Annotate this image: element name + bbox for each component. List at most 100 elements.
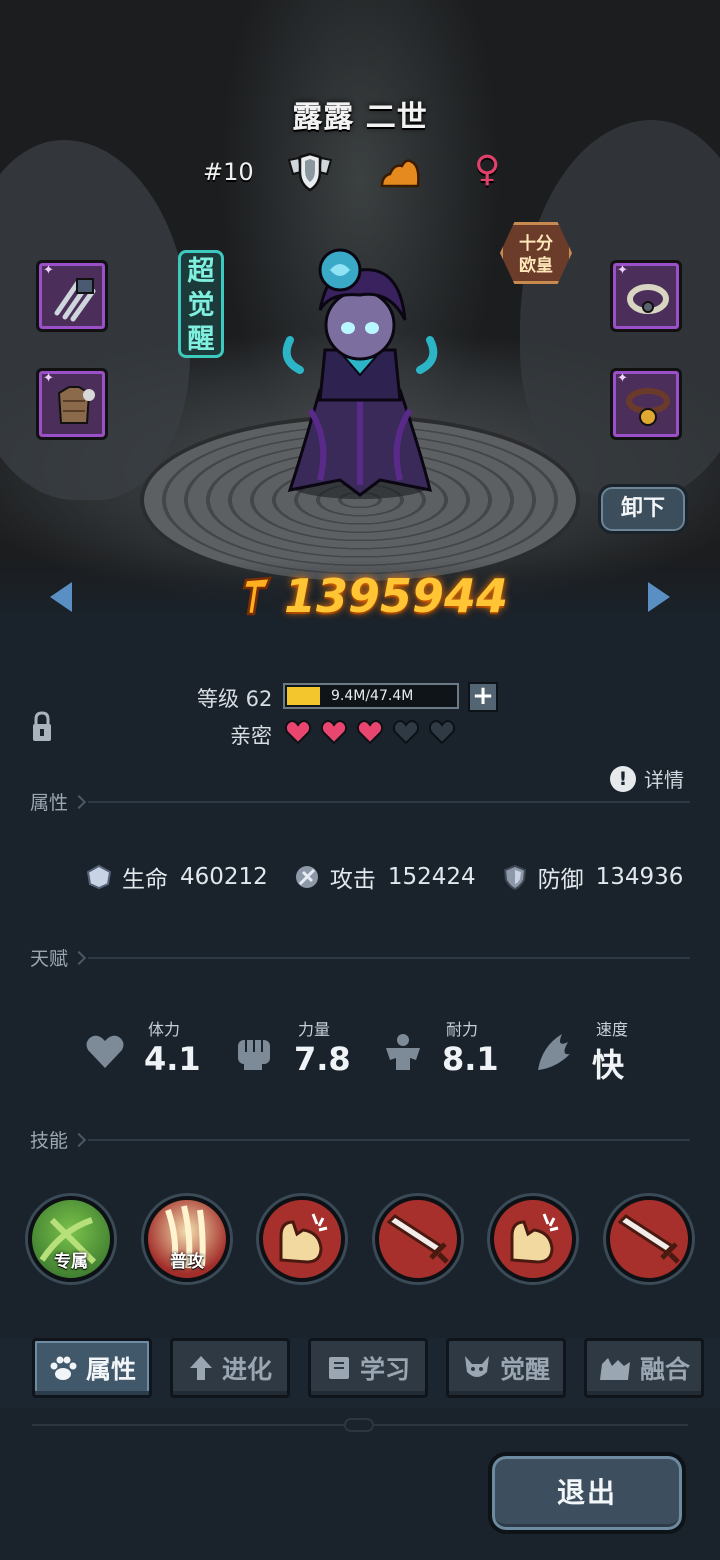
power-value: 1395944 [284, 569, 509, 623]
next-hero-arrow-icon[interactable] [648, 582, 670, 612]
heart-talent-icon [86, 1035, 124, 1068]
tab-label: 觉醒 [499, 1355, 550, 1384]
bell-collar-icon [626, 388, 670, 426]
tab-learn[interactable]: 学习 [308, 1338, 428, 1398]
luck-tag-line2: 欧皇 [519, 256, 553, 276]
stat-label: 生命 [122, 867, 168, 893]
add-exp-button[interactable]: + [468, 682, 498, 712]
book-icon [328, 1357, 349, 1379]
super-awaken-tag: 超觉醒 [178, 250, 224, 358]
intimacy-hearts [284, 719, 456, 745]
chevron-right-icon [71, 950, 87, 965]
attributes-section-header: 属性 [30, 788, 690, 815]
beast-head-icon [464, 1356, 489, 1377]
level-label: 等级 62 [197, 687, 273, 711]
stat-defense: 防御 134936 [502, 860, 684, 894]
skill-caption: 专属 [54, 1252, 88, 1272]
claw-icon [54, 278, 96, 322]
tab-label: 属性 [85, 1355, 136, 1384]
ring-icon [627, 284, 669, 314]
section-divider [88, 800, 690, 803]
shield-wings-icon[interactable] [285, 152, 335, 192]
power-icon [242, 576, 272, 616]
section-title: 属性 [30, 792, 69, 814]
tab-attributes[interactable]: 属性 [32, 1338, 152, 1398]
talent-label: 体力 [148, 1020, 181, 1039]
lock-icon[interactable] [32, 711, 52, 743]
divider-ornament [344, 1418, 374, 1432]
stat-label: 攻击 [329, 867, 376, 893]
hero-name: 露露 二世 [292, 100, 428, 135]
stat-label: 防御 [537, 867, 584, 893]
talent-label: 速度 [596, 1020, 629, 1039]
hp-icon [86, 864, 112, 890]
talent-value: 快 [592, 1046, 625, 1084]
creatures-icon [599, 1358, 630, 1380]
heart-filled-icon [284, 720, 312, 745]
prev-hero-arrow-icon[interactable] [50, 582, 72, 612]
section-divider [88, 1138, 690, 1141]
heart-filled-icon [356, 720, 384, 745]
section-divider [88, 956, 690, 959]
wing-icon [538, 1034, 570, 1070]
talent-label: 耐力 [446, 1020, 479, 1039]
talent-speed: 速度 快 [532, 1014, 662, 1084]
section-title: 技能 [30, 1130, 69, 1152]
exp-text: 9.4M/47.4M [331, 688, 414, 704]
hero-rank: #10 [203, 158, 254, 186]
skill-sword-1[interactable] [375, 1196, 461, 1282]
chevron-right-icon [71, 794, 87, 809]
hero-character[interactable] [270, 240, 450, 510]
super-awaken-text: 超觉醒 [187, 256, 215, 355]
intimacy-label: 亲密 [230, 724, 272, 748]
stat-value: 134936 [595, 864, 684, 890]
heart-filled-icon [320, 720, 348, 745]
equip-slot-armor[interactable]: ✦ [36, 368, 108, 440]
talent-value: 8.1 [442, 1040, 499, 1078]
tab-evolve[interactable]: 进化 [170, 1338, 290, 1398]
exp-progress-bar: 9.4M/47.4M [283, 683, 459, 709]
skills-row: 专属 普攻 [28, 1196, 694, 1286]
tab-label: 融合 [639, 1355, 690, 1384]
female-icon: ♀ [474, 149, 501, 190]
heart-empty-icon [428, 720, 456, 745]
tab-awaken[interactable]: 觉醒 [446, 1338, 566, 1398]
tab-bar: 属性 进化 学习 觉醒 融合 [0, 1338, 720, 1408]
mountain-icon[interactable] [380, 154, 422, 190]
equip-slot-weapon[interactable]: ✦ [36, 260, 108, 332]
exit-button[interactable]: 退出 [488, 1452, 686, 1534]
skill-caption: 普攻 [170, 1252, 204, 1272]
talent-endurance: 耐力 8.1 [382, 1014, 512, 1084]
chevron-right-icon [71, 1132, 87, 1147]
stat-attack: 攻击 152424 [294, 860, 476, 894]
arrow-up-icon [189, 1356, 212, 1380]
stat-value: 152424 [387, 864, 476, 890]
power-display: 1395944 [240, 566, 508, 626]
talent-strength: 力量 7.8 [234, 1014, 364, 1084]
skill-sword-2[interactable] [606, 1196, 692, 1282]
sword-icon [386, 1214, 449, 1264]
talents-section-header: 天赋 [30, 944, 690, 971]
defense-icon [503, 864, 526, 890]
tab-fusion[interactable]: 融合 [584, 1338, 704, 1398]
talent-label: 力量 [298, 1020, 331, 1039]
fist-icon [238, 1040, 270, 1070]
exp-fill [287, 687, 320, 705]
luck-tag: 十分 欧皇 [500, 222, 572, 284]
skill-basic-attack[interactable]: 普攻 [144, 1196, 230, 1282]
attack-icon [295, 866, 318, 888]
skill-strength-buff-1[interactable] [259, 1196, 345, 1282]
equip-slot-collar[interactable]: ✦ [610, 368, 682, 440]
equip-slot-ring[interactable]: ✦ [610, 260, 682, 332]
skill-strength-buff-2[interactable] [490, 1196, 576, 1282]
flex-arm-icon [279, 1213, 328, 1264]
skills-section-header: 技能 [30, 1126, 690, 1153]
skill-exclusive[interactable]: 专属 [28, 1196, 114, 1282]
muscle-icon [386, 1034, 420, 1070]
stat-hp: 生命 460212 [86, 860, 268, 894]
flex-arm-icon [510, 1213, 559, 1264]
unequip-button[interactable]: 卸下 [598, 484, 688, 534]
paw-icon [50, 1356, 77, 1380]
section-title: 天赋 [30, 948, 69, 970]
armor-icon [57, 386, 95, 424]
